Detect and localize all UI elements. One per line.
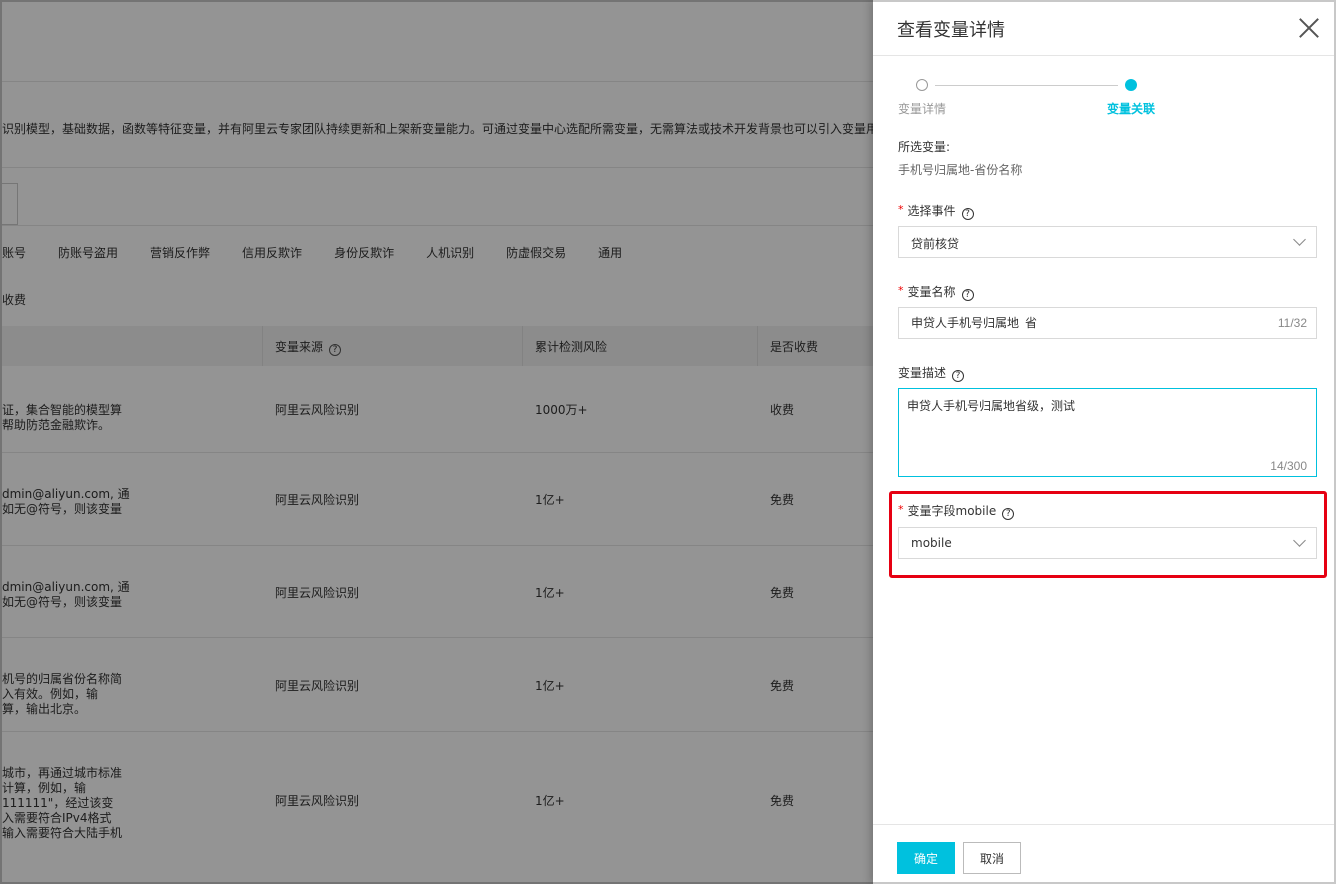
variable-name-input[interactable] [911, 315, 1251, 329]
drawer-title: 查看变量详情 [897, 20, 1005, 41]
selected-variable-label: 所选变量: [898, 140, 951, 154]
help-icon[interactable]: ? [1002, 508, 1015, 520]
modal-mask[interactable] [0, 0, 873, 884]
confirm-button[interactable]: 确定 [897, 842, 955, 874]
step-label-detail[interactable]: 变量详情 [898, 100, 946, 117]
help-icon[interactable]: ? [961, 208, 974, 220]
chevron-down-icon [1293, 534, 1306, 547]
name-field-label: * 变量名称? [898, 283, 974, 301]
help-icon[interactable]: ? [952, 370, 965, 382]
event-select-value: 贷前核贷 [911, 237, 960, 251]
cancel-button[interactable]: 取消 [963, 842, 1021, 874]
drawer-footer: 确定 取消 [873, 824, 1334, 882]
required-mark: * [898, 284, 904, 297]
selected-variable-value: 手机号归属地-省份名称 [898, 163, 1023, 177]
desc-char-counter: 14/300 [1270, 459, 1307, 473]
desc-field-label: 变量描述? [898, 364, 965, 382]
required-mark: * [898, 503, 904, 516]
event-select[interactable]: 贷前核贷 [898, 226, 1317, 258]
close-icon[interactable] [1298, 17, 1320, 39]
step-connector [935, 85, 1118, 86]
required-mark: * [898, 203, 904, 216]
step-dot-association[interactable] [1125, 79, 1137, 91]
step-indicator: 变量详情 变量关联 [873, 76, 1334, 116]
drawer-header: 查看变量详情 [873, 2, 1334, 56]
mobile-field-select[interactable]: mobile [898, 527, 1317, 559]
variable-detail-drawer: 查看变量详情 变量详情 变量关联 所选变量: 手机号归属地-省份名称 * 选择事件… [873, 0, 1336, 884]
desc-textarea-box: 申贷人手机号归属地省级，测试 14/300 [898, 388, 1317, 477]
name-input-box: 11/32 [898, 307, 1317, 339]
mobile-field-label: * 变量字段mobile? [898, 502, 1015, 520]
variable-description-textarea[interactable]: 申贷人手机号归属地省级，测试 [907, 397, 1307, 457]
name-char-counter: 11/32 [1277, 316, 1307, 330]
mobile-select-value: mobile [911, 536, 952, 550]
event-field-label: * 选择事件? [898, 202, 974, 220]
step-label-association[interactable]: 变量关联 [1107, 100, 1155, 117]
help-icon[interactable]: ? [961, 289, 974, 301]
chevron-down-icon [1293, 233, 1306, 246]
step-dot-detail[interactable] [916, 79, 928, 91]
